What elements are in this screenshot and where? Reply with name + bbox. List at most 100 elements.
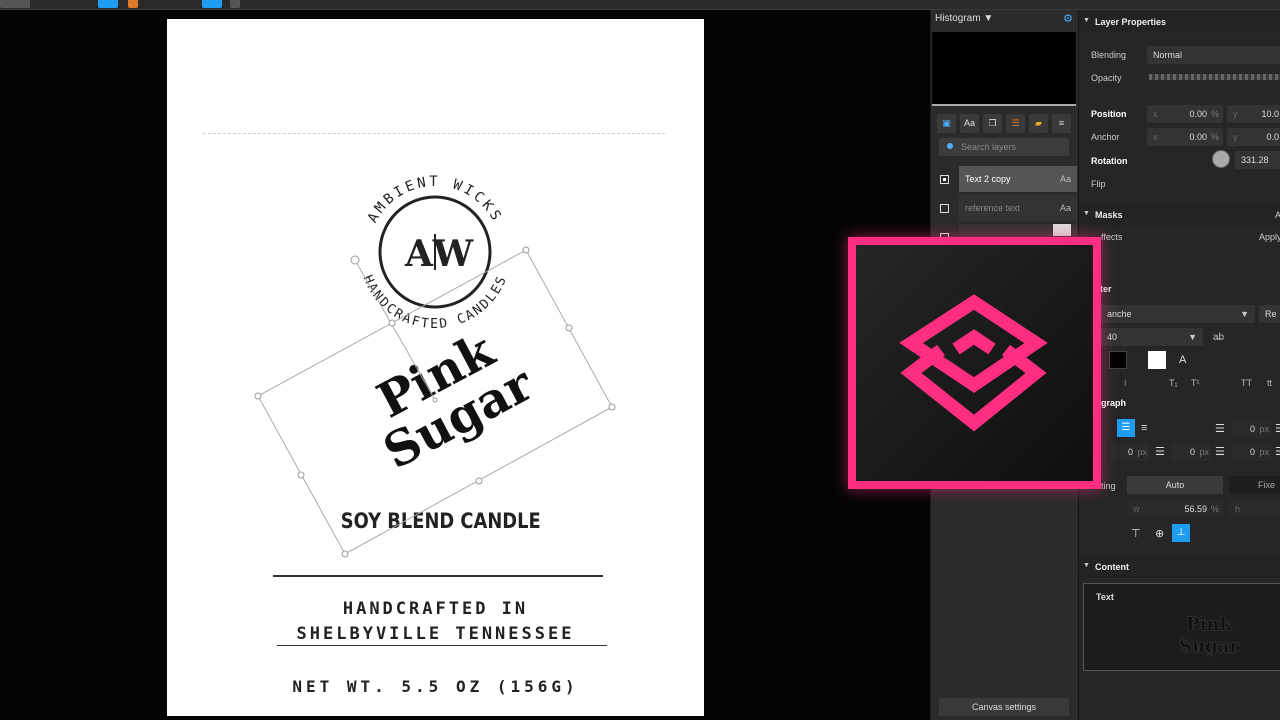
photo-editor-app: AMBIENT WICKS HANDCRAFTED CANDLES A W Pi… [0,0,1280,720]
layer-tools: ▣ Aa ❐ ☰ ▰ ≡ [937,114,1073,134]
spacing-icon[interactable]: ☰ [1275,445,1280,458]
toolbar-button-active[interactable] [202,0,222,8]
toolbar-button[interactable] [128,0,138,8]
content-preview: Pink Sugar [1179,614,1239,657]
blending-select[interactable]: Normal [1147,46,1280,64]
font-select[interactable]: anche ▼ [1101,305,1255,323]
apply-button[interactable]: Apply [1259,232,1280,242]
position-x-field[interactable]: x 0.00 % [1147,105,1223,123]
indent-field[interactable]: 0 px [1231,420,1271,438]
spacing-field[interactable]: 0 px [1111,443,1149,461]
anchor-label: Anchor [1091,132,1120,142]
character-header[interactable]: cter [1079,278,1280,300]
indent-icon[interactable]: ☰ [1215,422,1225,435]
layer-thumbnail [1053,224,1071,236]
label-document[interactable]: AMBIENT WICKS HANDCRAFTED CANDLES A W Pi… [167,19,704,716]
histogram-header[interactable]: Histogram ▼ ⚙ [931,10,1079,30]
collapse-icon: ▼ [1083,17,1090,24]
content-text-box[interactable]: Text Pink Sugar [1083,583,1280,671]
spacing-icon[interactable]: ☰ [1155,445,1165,458]
layer-row-text-2-copy[interactable]: Text 2 copy Aa [931,166,1079,192]
spacing-field[interactable]: 0 px [1171,443,1211,461]
width-field[interactable]: w 56.59 % [1127,500,1223,518]
properties-panel: ▼ Layer Properties Blending Normal Opaci… [1078,10,1280,720]
effects-label: ffects [1101,232,1123,242]
font-size-select[interactable]: 40 ▼ [1101,328,1203,346]
canvas-area[interactable]: AMBIENT WICKS HANDCRAFTED CANDLES A W Pi… [0,10,930,720]
collapse-icon: ▼ [1083,210,1090,217]
duplicate-icon[interactable]: ❐ [983,114,1002,133]
layer-visibility-checkbox[interactable] [940,175,949,184]
text-layer-icon[interactable]: Aa [960,114,979,133]
content-header[interactable]: ▼ Content [1079,556,1280,578]
divider-top [273,575,603,577]
subscript-icon[interactable]: T₁ [1169,378,1178,388]
kerning-icon[interactable]: a̶b [1213,332,1224,343]
valign-top-icon[interactable]: ⊤ [1131,527,1141,540]
toolbar-button[interactable] [0,0,30,8]
auto-size-button[interactable]: Auto [1127,476,1223,494]
adjustment-icon[interactable]: ☰ [1006,114,1025,133]
opacity-label: Opacity [1091,73,1122,83]
search-layers-input[interactable]: Search layers [939,138,1069,156]
chevron-down-icon: ▼ [1188,332,1197,342]
anchor-y-field[interactable]: y 0.0 [1227,128,1280,146]
search-icon [947,143,953,149]
origin-line-2[interactable]: SHELBYVILLE TENNESSEE [167,624,704,644]
align-justify-button[interactable]: ☰ [1117,419,1135,437]
canvas-settings-button[interactable]: Canvas settings [939,698,1069,716]
indent-icon[interactable]: ☰ [1275,422,1280,435]
svg-text:AMBIENT WICKS: AMBIENT WICKS [365,174,505,226]
text-color-swatch[interactable] [1109,351,1127,369]
masks-header[interactable]: ▼ Masks A [1079,204,1280,226]
position-y-field[interactable]: y 10.0 [1227,105,1280,123]
all-caps-icon[interactable]: TT [1241,378,1252,388]
collapse-icon: ▼ [1083,562,1090,569]
gear-icon[interactable]: ⚙ [1063,12,1073,25]
position-label: Position [1091,109,1127,119]
layer-visibility-checkbox[interactable] [940,204,949,213]
italic-icon[interactable]: I [1124,378,1127,388]
search-placeholder: Search layers [961,142,1017,152]
stroke-color-swatch[interactable] [1148,351,1166,369]
content-text-label: Text [1096,592,1114,602]
guide-line [203,133,665,134]
rotation-label: Rotation [1091,156,1128,166]
title-text-layer[interactable]: Pink Sugar [341,310,554,484]
layer-properties-header[interactable]: ▼ Layer Properties [1079,11,1280,33]
rotation-field[interactable]: 331.28 [1235,151,1280,169]
sizing-label: ting [1101,481,1116,491]
layer-row-reference-text[interactable]: reference text Aa [931,195,1079,221]
toolbar-button-active[interactable] [98,0,118,8]
histogram-title[interactable]: Histogram ▼ [935,13,993,24]
opacity-slider[interactable] [1149,74,1280,80]
text-effect-icon[interactable]: A [1179,354,1186,366]
text-layer-type-icon: Aa [1059,203,1071,213]
logo-monogram-w: W [432,233,474,275]
net-weight-text[interactable]: NET WT. 5.5 OZ (156G) [167,677,704,696]
paragraph-header[interactable]: graph [1101,398,1126,408]
logo-top-arc: AMBIENT WICKS [365,174,502,226]
superscript-icon[interactable]: T¹ [1191,378,1200,388]
spacing-field[interactable]: 0 px [1231,443,1271,461]
origin-line-1[interactable]: HANDCRAFTED IN [167,599,704,619]
rotation-dial[interactable] [1212,150,1230,168]
histogram-display [932,32,1076,106]
valign-bottom-button[interactable]: ⊥ [1172,524,1190,542]
menu-icon[interactable]: ≡ [1052,114,1071,133]
height-field[interactable]: h [1229,500,1280,518]
fixed-size-button[interactable]: Fixe [1229,476,1280,494]
toolbar-button[interactable] [230,0,240,8]
folder-icon[interactable]: ▰ [1029,114,1048,133]
font-style-select[interactable]: Re [1259,305,1280,323]
image-layer-icon[interactable]: ▣ [937,114,956,133]
anchor-x-field[interactable]: x 0.00 % [1147,128,1223,146]
align-lines-icon[interactable]: ≡ [1141,422,1147,434]
subtitle-text[interactable]: SOY BLEND CANDLE [341,509,554,533]
text-layer-type-icon: Aa [1059,174,1071,184]
divider-bottom [277,645,607,646]
brand-logo: AMBIENT WICKS HANDCRAFTED CANDLES A W [360,174,509,330]
valign-middle-icon[interactable]: ⊕ [1155,527,1164,540]
small-caps-icon[interactable]: tt [1267,378,1272,388]
spacing-icon[interactable]: ☰ [1215,445,1225,458]
